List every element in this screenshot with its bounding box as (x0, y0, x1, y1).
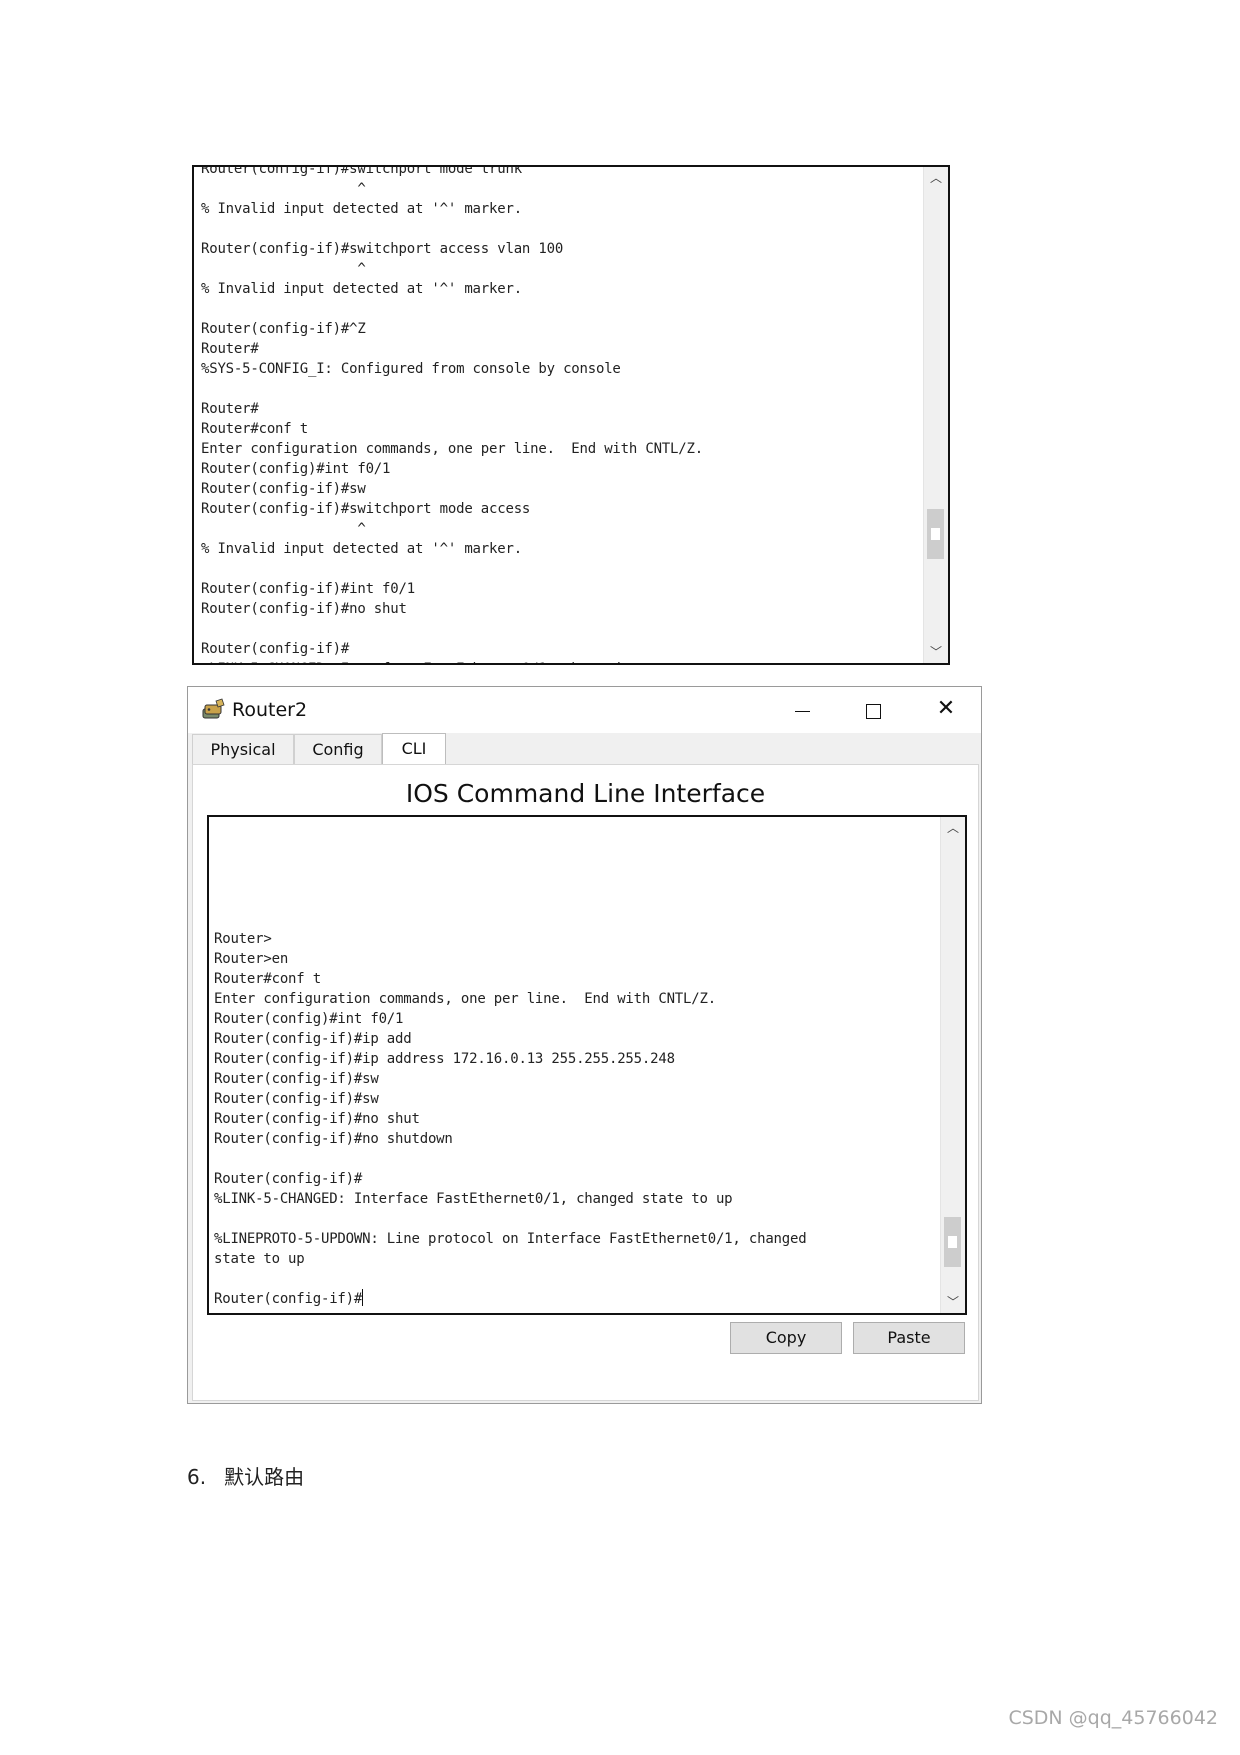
cli-line (201, 619, 921, 639)
cli-line: ^ (201, 181, 366, 197)
router-icon (202, 698, 225, 719)
previous-cli-output: Router(config-if)#switchport mode trunk … (192, 165, 950, 665)
cli-line: Router(config-if)# (214, 1171, 363, 1187)
cli-line: Router(config-if)#^Z (201, 321, 366, 337)
tab-bar: Physical Config CLI (192, 733, 981, 765)
cli-line: % Invalid input detected at '^' marker. (201, 541, 522, 557)
scroll-up-icon[interactable]: ︿ (941, 817, 965, 839)
text-cursor (362, 1289, 364, 1306)
title-bar[interactable]: Router2 ✕ (188, 687, 981, 733)
cli-console-text[interactable]: Router> Router>en Router#conf t Enter confi… (214, 929, 934, 1309)
cli-line: %SYS-5-CONFIG_I: Configured from console… (201, 361, 621, 377)
cli-line: Router# (201, 341, 259, 357)
cli-output-text: Router(config-if)#switchport mode trunk … (201, 165, 921, 663)
cli-line: Router(config-if)#no shut (214, 1111, 420, 1127)
paste-button[interactable]: Paste (853, 1322, 965, 1354)
scrollbar-thumb[interactable] (944, 1217, 961, 1267)
cli-line: Router(config-if)#no shutdown (214, 1131, 453, 1147)
copy-button[interactable]: Copy (730, 1322, 842, 1354)
cli-line: % Invalid input detected at '^' marker. (201, 281, 522, 297)
cli-line: Router(config-if)#switchport mode access (201, 501, 531, 517)
cli-line: Router(config-if)# (201, 641, 350, 657)
cli-line: Router>en (214, 951, 289, 967)
cli-line: Router(config-if)#ip address 172.16.0.13… (214, 1051, 675, 1067)
vertical-scrollbar[interactable]: ︿ ﹀ (923, 167, 948, 663)
tab-cli[interactable]: CLI (382, 733, 446, 764)
window-title: Router2 (232, 699, 308, 721)
scroll-down-icon[interactable]: ﹀ (941, 1291, 965, 1313)
cli-console[interactable]: Router> Router>en Router#conf t Enter confi… (207, 815, 967, 1315)
minimize-button[interactable] (766, 687, 836, 733)
cli-line: Enter configuration commands, one per li… (214, 991, 716, 1007)
cli-line: Router(config)#int f0/1 (214, 1011, 404, 1027)
cli-line: ^ (201, 261, 366, 277)
section-heading: 6. 默认路由 (187, 1461, 304, 1490)
heading-number: 6. (187, 1465, 207, 1489)
cli-line (214, 1209, 934, 1229)
maximize-button[interactable] (838, 687, 908, 733)
cli-panel: IOS Command Line Interface Router> Router… (192, 764, 979, 1401)
watermark: CSDN @qq_45766042 (1008, 1707, 1218, 1729)
cli-line: Router(config-if)#sw (214, 1071, 379, 1087)
cli-line: Router#conf t (214, 971, 321, 987)
close-button[interactable]: ✕ (911, 687, 981, 733)
scroll-up-icon[interactable]: ︿ (924, 167, 948, 189)
cli-line (201, 379, 921, 399)
cli-line: Router(config-if)#no shut (201, 601, 407, 617)
cli-line: state to up (214, 1251, 305, 1267)
tab-physical[interactable]: Physical (192, 734, 294, 764)
scrollbar-thumb[interactable] (927, 509, 944, 559)
cli-line: Router(config)#int f0/1 (201, 461, 391, 477)
scroll-down-icon[interactable]: ﹀ (924, 641, 948, 663)
cli-line: Router#conf t (201, 421, 308, 437)
cli-line: Router(config-if)#sw (214, 1091, 379, 1107)
cli-line: Router(config-if)# (214, 1289, 364, 1307)
cli-line: % Invalid input detected at '^' marker. (201, 201, 522, 217)
cli-line: Router(config-if)#int f0/1 (201, 581, 415, 597)
cli-line: Router(config-if)#sw (201, 481, 366, 497)
panel-title: IOS Command Line Interface (405, 779, 766, 808)
heading-text: 默认路由 (224, 1465, 305, 1489)
cli-line (201, 219, 921, 239)
cli-line: Router# (201, 401, 259, 417)
cli-line: %LINK-5-CHANGED: Interface FastEthernet0… (201, 659, 921, 663)
cli-line: %LINK-5-CHANGED: Interface FastEthernet0… (214, 1191, 733, 1207)
vertical-scrollbar[interactable]: ︿ ﹀ (940, 817, 965, 1313)
cli-line: ^ (201, 521, 366, 537)
cli-line: Router(config-if)#switchport mode trunk (201, 165, 522, 177)
cli-line (214, 1149, 934, 1169)
cli-line: %LINEPROTO-5-UPDOWN: Line protocol on In… (214, 1231, 807, 1247)
cli-line: Enter configuration commands, one per li… (201, 441, 703, 457)
cli-line (201, 299, 921, 319)
cli-line: Router(config-if)#ip add (214, 1031, 412, 1047)
cli-line: Router> (214, 931, 272, 947)
cli-line (214, 1269, 934, 1289)
tab-config[interactable]: Config (294, 734, 382, 764)
cli-line (201, 559, 921, 579)
cli-line: Router(config-if)#switchport access vlan… (201, 241, 564, 257)
router2-window: Router2 ✕ Physical Config CLI IOS Comman… (187, 686, 982, 1404)
